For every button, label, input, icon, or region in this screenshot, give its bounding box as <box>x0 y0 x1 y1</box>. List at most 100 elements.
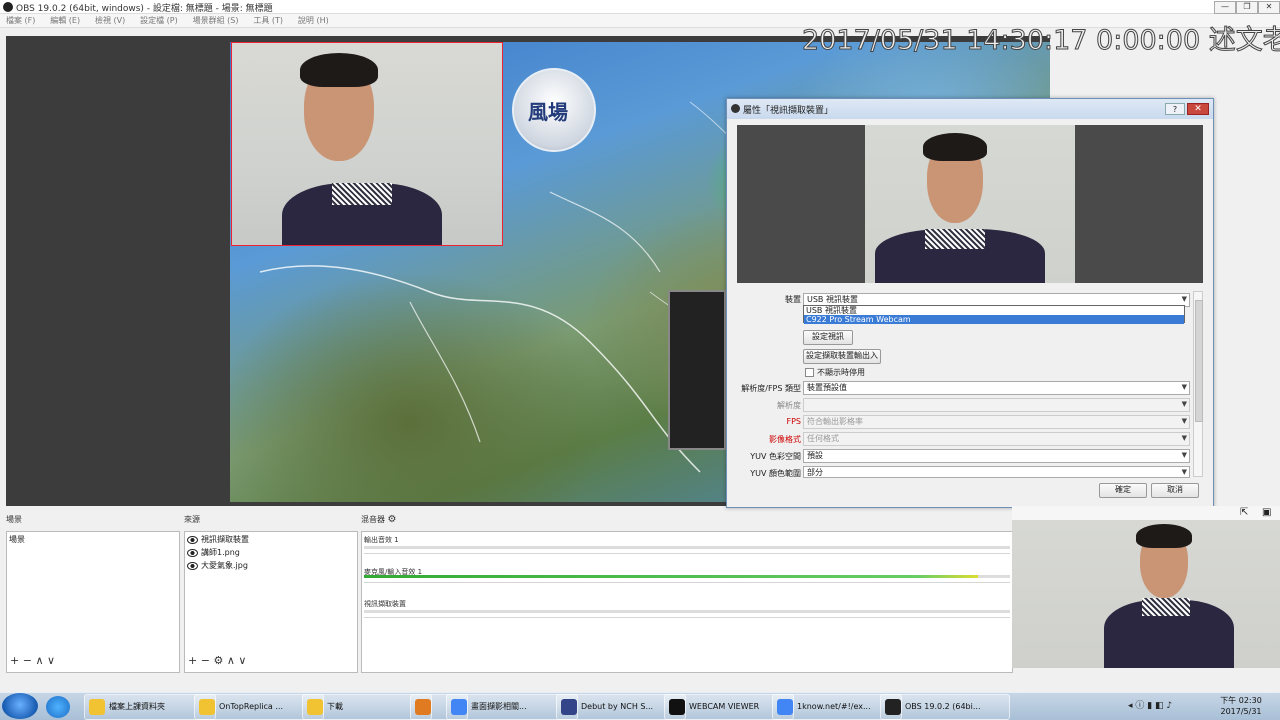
add-scene-icon[interactable]: + <box>10 654 19 667</box>
video-format-value: 任何格式 <box>807 434 839 443</box>
visibility-eye-icon[interactable] <box>187 535 198 544</box>
camera-icon[interactable]: ▣ <box>1262 507 1271 518</box>
dialog-titlebar: 屬性「視訊擷取裝置」 <box>727 99 1213 119</box>
device-label: 裝置 <box>785 295 801 304</box>
source-label: 視訊擷取裝置 <box>201 535 249 544</box>
source-item[interactable]: 講師1.png <box>187 547 240 558</box>
source-item[interactable]: 大愛氣象.jpg <box>187 560 248 571</box>
dialog-help-button[interactable]: ? <box>1165 103 1185 115</box>
move-scene-up-icon[interactable]: ∧ <box>35 654 43 667</box>
menu-tools[interactable]: 工具 (T) <box>253 14 283 28</box>
cancel-button[interactable]: 取消 <box>1151 483 1199 498</box>
ok-button[interactable]: 確定 <box>1099 483 1147 498</box>
yuv-range-label: YUV 顏色範圍 <box>750 469 801 478</box>
scene-item[interactable]: 場景 <box>9 534 25 545</box>
video-format-label: 影像格式 <box>769 435 801 444</box>
tray-time: 下午 02:30 <box>1220 696 1262 705</box>
configure-video-button[interactable]: 設定視訊 <box>803 330 853 345</box>
popout-icon[interactable]: ⇱ <box>1240 507 1248 518</box>
monitor-graphic <box>668 290 726 450</box>
person-hair <box>923 133 987 161</box>
debut-icon <box>561 699 577 715</box>
bubble-label: 風場 <box>528 100 568 124</box>
scrollbar-thumb[interactable] <box>1195 300 1203 422</box>
volume-meter <box>364 610 1010 613</box>
person-hair <box>300 53 378 87</box>
dropdown-arrow-icon: ▼ <box>1181 295 1187 303</box>
resolution-label: 解析度 <box>777 401 801 410</box>
configure-crossbar-button[interactable]: 設定擷取裝置輸出入 <box>803 349 881 364</box>
dropdown-arrow-icon: ▼ <box>1181 400 1187 408</box>
menu-profile[interactable]: 設定檔 (P) <box>140 14 178 28</box>
menu-help[interactable]: 說明 (H) <box>298 14 329 28</box>
move-scene-down-icon[interactable]: ∨ <box>47 654 55 667</box>
sources-footer: + − ⚙ ∧ ∨ <box>188 654 246 667</box>
add-source-icon[interactable]: + <box>188 654 197 667</box>
dialog-scrollbar[interactable] <box>1193 291 1203 477</box>
move-source-down-icon[interactable]: ∨ <box>238 654 246 667</box>
visibility-eye-icon[interactable] <box>187 548 198 557</box>
close-window-button[interactable]: ✕ <box>1258 1 1280 14</box>
minimize-button[interactable]: — <box>1214 1 1236 14</box>
visibility-eye-icon[interactable] <box>187 561 198 570</box>
scenes-list[interactable]: 場景 <box>6 531 180 673</box>
res-type-select[interactable]: 裝置預設值 ▼ <box>803 381 1190 395</box>
volume-meter <box>364 575 1010 578</box>
dialog-close-button[interactable]: ✕ <box>1187 103 1209 115</box>
maximize-button[interactable]: ❐ <box>1236 1 1258 14</box>
move-source-up-icon[interactable]: ∧ <box>227 654 235 667</box>
volume-slider[interactable] <box>364 553 1010 554</box>
tray-date: 2017/5/31 <box>1220 707 1262 716</box>
person-collar <box>925 229 985 249</box>
source-settings-gear-icon[interactable]: ⚙ <box>213 654 223 667</box>
menu-file[interactable]: 檔案 (F) <box>6 14 35 28</box>
fps-select[interactable]: 符合輸出影格率 ▼ <box>803 415 1190 429</box>
tray-clock[interactable]: 下午 02:30 2017/5/31 <box>1216 695 1266 717</box>
yuv-space-label: YUV 色彩空間 <box>750 452 801 461</box>
mixer-title-text: 混音器 <box>361 515 385 524</box>
audio-mixer: 輸出音效 1 麥克風/輸入音效 1 視訊擷取裝置 <box>361 531 1013 673</box>
mixer-channel-label: 視訊擷取裝置 <box>364 600 406 608</box>
start-button[interactable] <box>2 693 38 719</box>
webcam-viewer-window[interactable]: ⇱ ▣ <box>1012 506 1280 668</box>
ie-icon[interactable] <box>46 696 70 718</box>
fps-value: 符合輸出影格率 <box>807 417 863 426</box>
dropdown-arrow-icon: ▼ <box>1181 434 1187 442</box>
dropdown-arrow-icon: ▼ <box>1181 468 1187 476</box>
window-titlebar: OBS 19.0.2 (64bit, windows) - 設定檔: 無標題 -… <box>0 0 1280 14</box>
sources-list[interactable]: 視訊擷取裝置 講師1.png 大愛氣象.jpg <box>184 531 358 673</box>
source-item[interactable]: 視訊擷取裝置 <box>187 534 249 545</box>
video-format-select[interactable]: 任何格式 ▼ <box>803 432 1190 446</box>
device-option-selected[interactable]: C922 Pro Stream Webcam <box>804 315 1184 324</box>
taskbar-item-label: 下載 <box>327 702 343 711</box>
device-value: USB 視訊裝置 <box>807 295 858 304</box>
deactivate-checkbox-row[interactable]: 不顯示時停用 <box>805 367 865 378</box>
mixer-dock-title: 混音器 ⚙ <box>361 514 397 525</box>
dropdown-arrow-icon: ▼ <box>1181 451 1187 459</box>
taskbar-item[interactable]: OBS 19.0.2 (64bi... <box>880 694 1010 720</box>
menu-scene-collection[interactable]: 場景群組 (S) <box>193 14 239 28</box>
remove-scene-icon[interactable]: − <box>23 654 32 667</box>
deactivate-checkbox[interactable] <box>805 368 814 377</box>
resolution-select[interactable]: ▼ <box>803 398 1190 412</box>
mixer-gear-icon[interactable]: ⚙ <box>388 514 397 525</box>
device-option[interactable]: USB 視訊裝置 <box>804 306 1184 315</box>
yuv-space-value: 預設 <box>807 451 823 460</box>
yuv-range-select[interactable]: 部分 ▼ <box>803 466 1190 478</box>
webcam-source-overlay[interactable] <box>231 42 503 246</box>
menu-edit[interactable]: 編輯 (E) <box>50 14 80 28</box>
volume-slider[interactable] <box>364 617 1010 618</box>
wind-field-bubble: 風場 <box>512 68 596 152</box>
dialog-webcam-image <box>865 125 1075 283</box>
folder-icon <box>199 699 215 715</box>
meter-fill <box>364 575 978 578</box>
yuv-space-select[interactable]: 預設 ▼ <box>803 449 1190 463</box>
remove-source-icon[interactable]: − <box>201 654 210 667</box>
menu-view[interactable]: 檢視 (V) <box>95 14 125 28</box>
timestamp-overlay-text: 2017/05/31 14:30:17 0:00:00 述文老師 <box>802 25 1280 57</box>
source-label: 大愛氣象.jpg <box>201 561 248 570</box>
volume-slider[interactable] <box>364 582 1010 583</box>
dialog-preview <box>737 125 1203 283</box>
taskbar-item-label: 1know.net/#!/ex... <box>797 702 871 711</box>
tray-icons[interactable]: ◂ ⓘ ▮ ◧ ♪ <box>1128 698 1172 711</box>
